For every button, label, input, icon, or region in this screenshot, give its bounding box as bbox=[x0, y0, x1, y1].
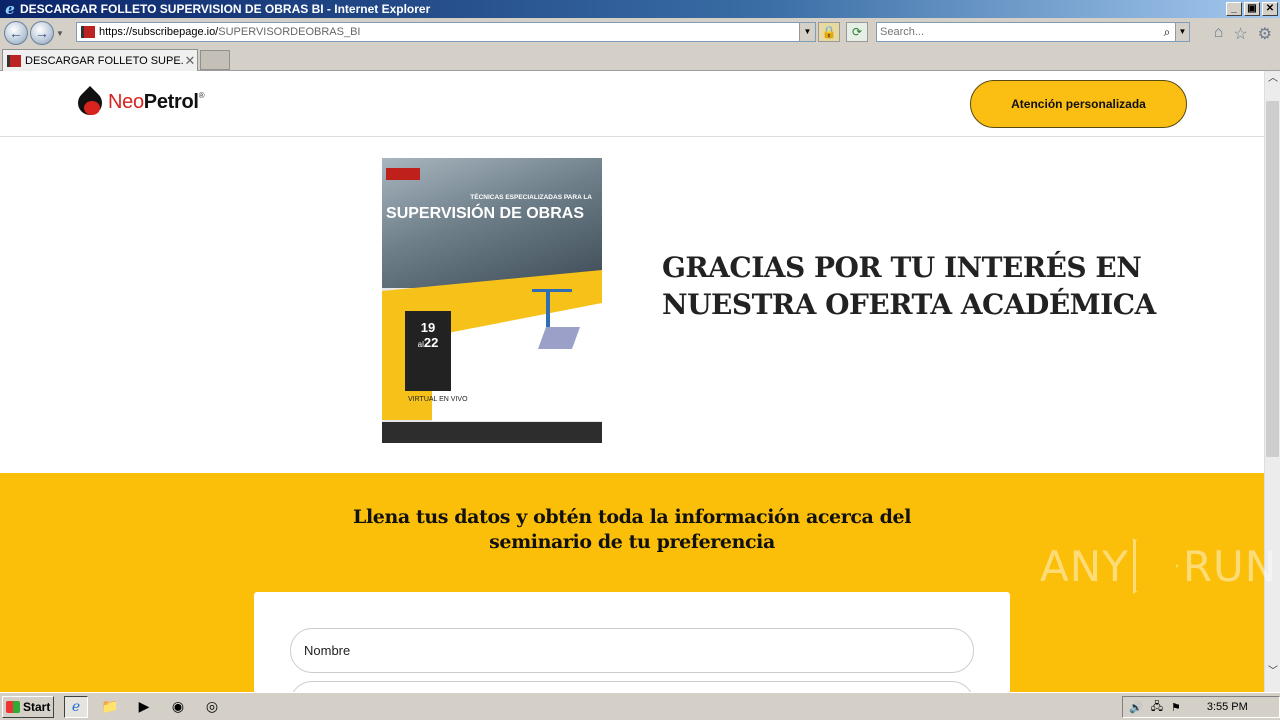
back-button[interactable]: ← bbox=[4, 21, 28, 45]
forward-arrow-icon: → bbox=[35, 25, 49, 41]
form-heading: Llena tus datos y obtén toda la informac… bbox=[352, 506, 912, 553]
thanks-heading: GRACIAS POR TU INTERÉS EN NUESTRA OFERTA… bbox=[662, 251, 1156, 321]
tab-favicon bbox=[7, 54, 21, 67]
recent-pages-dropdown[interactable]: ▼ bbox=[56, 29, 68, 38]
taskbar-media-player-icon[interactable]: ▶ bbox=[132, 696, 156, 718]
brochure-title: SUPERVISIÓN DE OBRAS bbox=[386, 205, 584, 222]
search-dropdown-button[interactable]: ▼ bbox=[1175, 23, 1189, 41]
search-input[interactable] bbox=[877, 24, 1159, 40]
second-input[interactable] bbox=[290, 681, 974, 692]
address-dropdown-button[interactable]: ▼ bbox=[799, 23, 815, 41]
back-arrow-icon: ← bbox=[9, 25, 23, 41]
personal-attention-button[interactable]: Atención personalizada bbox=[970, 80, 1187, 128]
security-lock-icon[interactable]: 🔒 bbox=[818, 22, 840, 42]
minimize-button[interactable]: _ bbox=[1226, 2, 1242, 16]
brochure-footer bbox=[382, 422, 602, 443]
window-title: DESCARGAR FOLLETO SUPERVISION DE OBRAS B… bbox=[20, 2, 431, 16]
address-bar[interactable]: https://subscribepage.io/SUPERVISORDEOBR… bbox=[76, 22, 816, 42]
logo-text-petrol: Petrol bbox=[143, 90, 199, 113]
taskbar-edge-icon[interactable]: ◎ bbox=[200, 696, 224, 718]
windows-flag-icon bbox=[6, 700, 20, 713]
taskbar: Start e 📁 ▶ ◉ ◎ 🔊 🖧 ⚑ 3:55 PM bbox=[0, 692, 1280, 720]
crane-illustration bbox=[532, 283, 582, 353]
page-viewport: Neo Petrol ® Atención personalizada TÉCNIC… bbox=[0, 71, 1264, 692]
name-input[interactable] bbox=[290, 628, 974, 673]
oil-drop-icon bbox=[73, 86, 107, 120]
vertical-scrollbar[interactable]: ︿ ﹀ bbox=[1264, 71, 1280, 692]
search-box[interactable]: ⌕ ▼ bbox=[876, 22, 1190, 42]
url-host: https://subscribepage.io/ bbox=[99, 26, 219, 38]
brochure-badge bbox=[386, 168, 420, 180]
taskbar-internet-explorer-icon[interactable]: e bbox=[64, 695, 88, 718]
refresh-button[interactable]: ⟳ bbox=[846, 22, 868, 42]
logo-text-neo: Neo bbox=[108, 90, 144, 113]
neopetrol-logo[interactable]: Neo Petrol ® bbox=[73, 86, 205, 120]
new-tab-button[interactable] bbox=[200, 50, 230, 70]
logo-registered-mark: ® bbox=[198, 91, 205, 100]
navigation-bar: ← → ▼ https://subscribepage.io/SUPERVISO… bbox=[0, 18, 1280, 48]
close-window-button[interactable]: ✕ bbox=[1262, 2, 1278, 16]
taskbar-chrome-icon[interactable]: ◉ bbox=[166, 696, 190, 718]
scrollbar-thumb[interactable] bbox=[1266, 101, 1279, 457]
window-title-bar: e DESCARGAR FOLLETO SUPERVISION DE OBRAS… bbox=[0, 0, 1280, 18]
close-tab-icon[interactable]: ✕ bbox=[183, 53, 197, 69]
scroll-down-icon[interactable]: ﹀ bbox=[1265, 664, 1280, 680]
search-icon[interactable]: ⌕ bbox=[1159, 25, 1175, 40]
volume-icon[interactable]: 🔊 bbox=[1129, 701, 1143, 714]
form-card bbox=[254, 592, 1010, 692]
internet-explorer-icon: e bbox=[5, 0, 15, 18]
site-header: Neo Petrol ® Atención personalizada bbox=[0, 71, 1264, 137]
system-tray: 🔊 🖧 ⚑ 3:55 PM bbox=[1122, 696, 1280, 718]
clock[interactable]: 3:55 PM bbox=[1207, 701, 1248, 713]
anyrun-watermark: ANY RUN bbox=[1040, 538, 1277, 594]
brochure-dates: 19 al22 bbox=[405, 311, 451, 391]
favorites-star-icon[interactable]: ☆ bbox=[1233, 24, 1247, 44]
tab-title: DESCARGAR FOLLETO SUPE... bbox=[25, 54, 183, 67]
tab-bar: DESCARGAR FOLLETO SUPE... ✕ bbox=[0, 48, 1280, 71]
settings-gear-icon[interactable]: ⚙ bbox=[1258, 24, 1272, 44]
maximize-button[interactable]: ▣ bbox=[1244, 2, 1260, 16]
start-button[interactable]: Start bbox=[2, 695, 54, 718]
url-path: SUPERVISORDEOBRAS_BI bbox=[218, 26, 361, 38]
browser-tab[interactable]: DESCARGAR FOLLETO SUPE... ✕ bbox=[2, 49, 198, 71]
network-icon[interactable]: 🖧 bbox=[1151, 698, 1163, 717]
site-favicon bbox=[81, 26, 95, 38]
brochure-virtual-label: VIRTUAL EN VIVO bbox=[408, 396, 468, 403]
play-icon bbox=[1132, 538, 1179, 594]
home-icon[interactable]: ⌂ bbox=[1214, 24, 1224, 44]
scroll-up-icon[interactable]: ︿ bbox=[1265, 71, 1280, 87]
action-center-flag-icon[interactable]: ⚑ bbox=[1171, 701, 1181, 714]
taskbar-folder-icon[interactable]: 📁 bbox=[98, 696, 122, 718]
brochure-subtitle: TÉCNICAS ESPECIALIZADAS PARA LA bbox=[470, 194, 592, 201]
start-label: Start bbox=[23, 699, 51, 714]
brochure-image: TÉCNICAS ESPECIALIZADAS PARA LA SUPERVIS… bbox=[382, 158, 602, 443]
forward-button[interactable]: → bbox=[30, 21, 54, 45]
